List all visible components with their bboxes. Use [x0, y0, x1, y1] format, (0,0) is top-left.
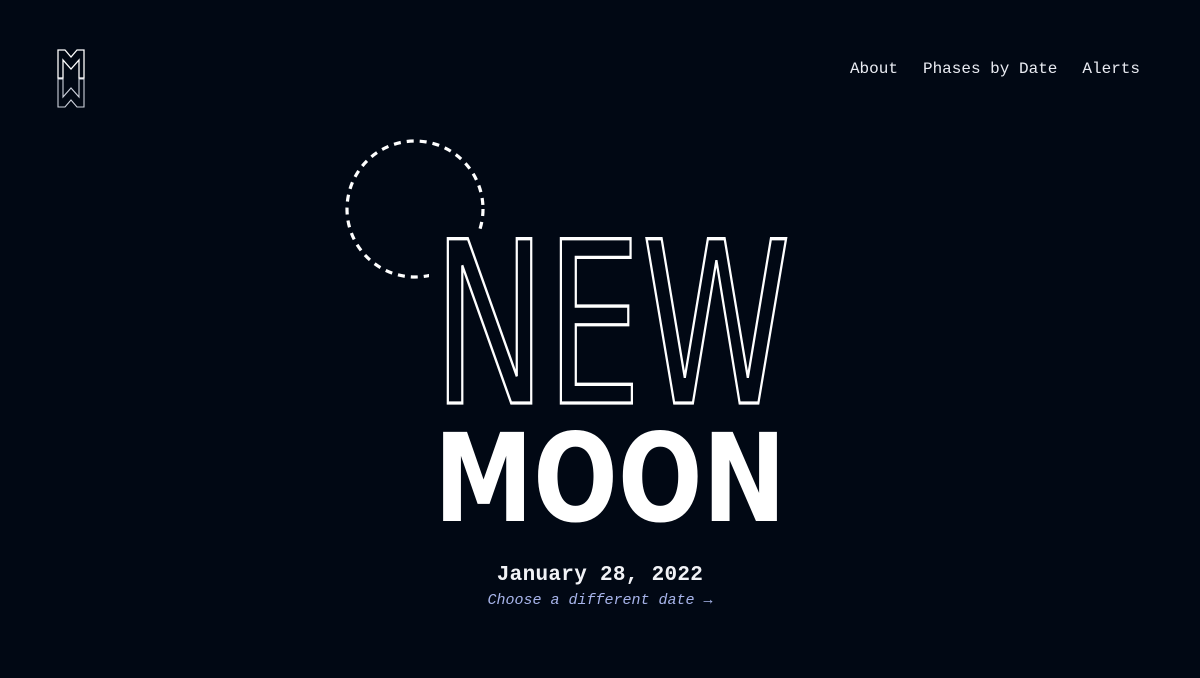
change-date-row: Choose a different date →	[0, 591, 1200, 611]
phase-date: January 28, 2022	[496, 564, 704, 587]
phase-line2-heading: MOON	[434, 408, 786, 550]
choose-different-date-link[interactable]: Choose a different date →	[487, 592, 712, 609]
phase-line2-text: MOON	[434, 408, 786, 550]
page: About Phases by Date Alerts NEW MOON Jan…	[0, 0, 1200, 678]
